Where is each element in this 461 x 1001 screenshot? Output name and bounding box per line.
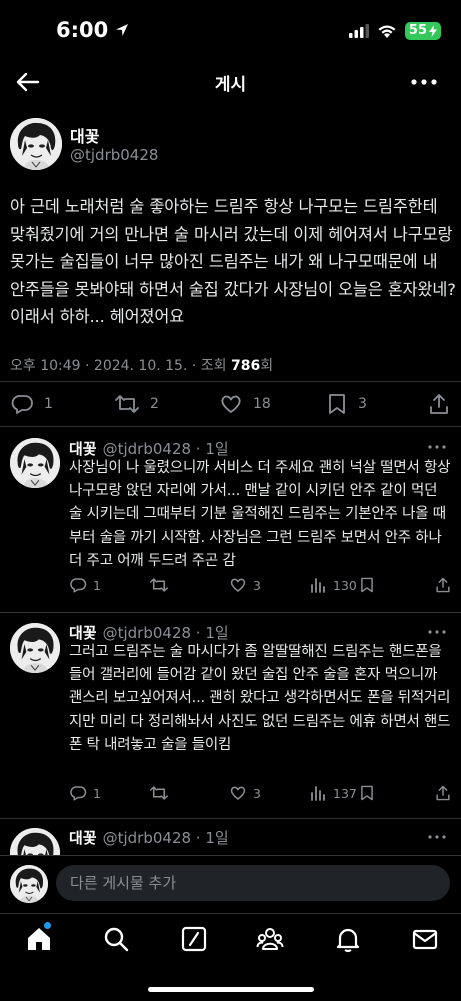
reply-icon xyxy=(70,578,87,593)
status-time: 6:00 xyxy=(56,18,130,42)
search-icon[interactable] xyxy=(102,925,130,953)
divider xyxy=(0,381,461,382)
reply-header: 대꽃 @tjdrb0428 · 1일 xyxy=(69,438,229,459)
reply-input[interactable]: 다른 게시물 추가 xyxy=(56,865,450,901)
home-icon[interactable] xyxy=(25,925,53,953)
reply-text: 사장님이 나 울렸으니까 서비스 더 주세요 괜히 넉살 떨면서 항상 나구모랑… xyxy=(69,460,451,569)
divider xyxy=(0,612,461,613)
views-button[interactable]: 130 xyxy=(309,576,357,594)
post-timestamp: 오후 10:49 · 2024. 10. 15. · 조회 xyxy=(10,358,231,374)
location-arrow-icon xyxy=(116,24,129,36)
page-title: 게시 xyxy=(214,75,247,95)
views-button[interactable]: 137 xyxy=(309,784,357,802)
battery-indicator: 55 xyxy=(404,22,441,40)
reply-header: 대꽃 @tjdrb0428 · 1일 xyxy=(69,622,229,643)
author-name[interactable]: 대꽃 xyxy=(70,123,99,147)
reply-icon xyxy=(11,395,33,414)
clock: 6:00 xyxy=(56,18,109,42)
reply-text: 그러고 드림주는 술 마시다가 좀 알딸딸해진 드림주는 핸드폰을 들어 갤러리… xyxy=(69,644,451,753)
charging-bolt-icon xyxy=(429,25,437,37)
share-icon xyxy=(436,785,450,801)
home-indicator xyxy=(148,987,314,992)
share-icon xyxy=(436,577,450,593)
repost-button[interactable]: 2 xyxy=(114,392,159,416)
repost-button[interactable] xyxy=(149,784,169,802)
post-text: 아 근데 노래처럼 술 좋아하는 드림주 항상 나구모는 드림주한테 맞춰줬기에… xyxy=(10,197,456,327)
messages-icon[interactable] xyxy=(411,925,439,953)
status-icons: 55 xyxy=(348,22,441,40)
heart-icon xyxy=(221,395,241,413)
reply-button[interactable]: 1 xyxy=(10,392,53,416)
communities-icon[interactable] xyxy=(256,925,284,953)
more-options-icon[interactable] xyxy=(427,442,447,452)
like-button[interactable]: 3 xyxy=(229,784,261,802)
author-handle[interactable]: @tjdrb0428 · 1일 xyxy=(103,624,229,642)
author-handle[interactable]: @tjdrb0428 · 1일 xyxy=(103,440,229,458)
divider xyxy=(0,818,461,819)
bookmark-icon xyxy=(361,785,373,801)
author-name[interactable]: 대꽃 xyxy=(69,829,97,847)
post-actions: 1 2 18 3 xyxy=(0,390,461,418)
bookmark-button[interactable] xyxy=(359,784,375,802)
heart-icon xyxy=(230,578,246,592)
view-count[interactable]: 786 xyxy=(231,358,260,374)
repost-icon xyxy=(150,786,168,800)
share-button[interactable] xyxy=(428,392,450,416)
more-options-icon[interactable] xyxy=(409,72,439,92)
author-handle[interactable]: @tjdrb0428 · 1일 xyxy=(103,829,229,847)
reply-button[interactable]: 1 xyxy=(69,576,101,594)
reply-icon xyxy=(70,786,87,801)
more-options-icon[interactable] xyxy=(427,832,447,842)
view-suffix: 회 xyxy=(260,358,274,374)
divider xyxy=(0,426,461,427)
repost-icon xyxy=(115,395,139,413)
repost-icon xyxy=(150,578,168,592)
share-icon xyxy=(430,394,448,414)
author-handle[interactable]: @tjdrb0428 xyxy=(70,146,158,164)
bookmark-button[interactable]: 3 xyxy=(326,392,367,416)
bookmark-button[interactable] xyxy=(359,576,375,594)
share-button[interactable] xyxy=(435,784,451,802)
notifications-icon[interactable] xyxy=(334,925,362,953)
author-name[interactable]: 대꽃 xyxy=(69,440,97,458)
like-button[interactable]: 18 xyxy=(219,392,271,416)
avatar[interactable] xyxy=(10,438,60,488)
notification-dot xyxy=(44,922,51,929)
like-button[interactable]: 3 xyxy=(229,576,261,594)
avatar xyxy=(10,865,48,903)
avatar[interactable] xyxy=(10,118,62,170)
grok-icon[interactable] xyxy=(180,925,208,953)
analytics-icon xyxy=(311,578,325,593)
repost-button[interactable] xyxy=(149,576,169,594)
heart-icon xyxy=(230,786,246,800)
reply-actions: 1 3 130 xyxy=(69,574,454,598)
wifi-icon xyxy=(378,25,396,38)
analytics-icon xyxy=(311,786,325,801)
cellular-signal-icon xyxy=(348,24,369,38)
reply-actions: 1 3 137 xyxy=(69,782,454,806)
author-name[interactable]: 대꽃 xyxy=(69,624,97,642)
bookmark-icon xyxy=(361,577,373,593)
more-options-icon[interactable] xyxy=(427,627,447,637)
bookmark-icon xyxy=(329,394,345,414)
avatar[interactable] xyxy=(10,623,60,673)
reply-button[interactable]: 1 xyxy=(69,784,101,802)
share-button[interactable] xyxy=(435,576,451,594)
post-meta: 오후 10:49 · 2024. 10. 15. · 조회 786회 xyxy=(10,355,273,375)
reply-header: 대꽃 @tjdrb0428 · 1일 xyxy=(69,827,229,848)
